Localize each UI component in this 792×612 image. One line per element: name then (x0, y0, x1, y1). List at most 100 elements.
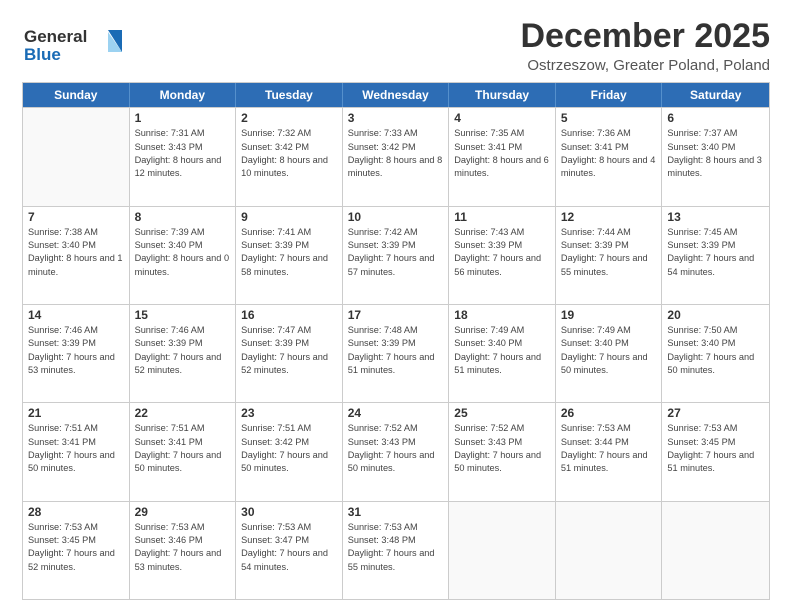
calendar-cell: 14Sunrise: 7:46 AMSunset: 3:39 PMDayligh… (23, 305, 130, 402)
cell-info-line: Daylight: 7 hours and 58 minutes. (241, 252, 337, 279)
cell-info-line: Sunrise: 7:53 AM (667, 422, 764, 435)
cell-info-line: Daylight: 7 hours and 55 minutes. (348, 547, 444, 574)
day-number: 13 (667, 210, 764, 224)
calendar-cell: 24Sunrise: 7:52 AMSunset: 3:43 PMDayligh… (343, 403, 450, 500)
cell-info-line: Sunrise: 7:51 AM (241, 422, 337, 435)
cell-info-line: Sunrise: 7:53 AM (561, 422, 657, 435)
cell-info-line: Sunset: 3:48 PM (348, 534, 444, 547)
calendar-row: 28Sunrise: 7:53 AMSunset: 3:45 PMDayligh… (23, 501, 769, 599)
cell-info-line: Daylight: 8 hours and 12 minutes. (135, 154, 231, 181)
day-number: 28 (28, 505, 124, 519)
cell-info-line: Sunrise: 7:31 AM (135, 127, 231, 140)
day-number: 12 (561, 210, 657, 224)
cell-info-line: Sunrise: 7:42 AM (348, 226, 444, 239)
cell-info-line: Daylight: 7 hours and 50 minutes. (241, 449, 337, 476)
cell-info-line: Sunrise: 7:37 AM (667, 127, 764, 140)
day-number: 5 (561, 111, 657, 125)
cell-info-line: Daylight: 7 hours and 51 minutes. (348, 351, 444, 378)
day-number: 24 (348, 406, 444, 420)
calendar-cell: 26Sunrise: 7:53 AMSunset: 3:44 PMDayligh… (556, 403, 663, 500)
main-title: December 2025 (520, 18, 770, 55)
day-number: 27 (667, 406, 764, 420)
cell-info-line: Daylight: 7 hours and 50 minutes. (28, 449, 124, 476)
cell-info-line: Sunrise: 7:46 AM (135, 324, 231, 337)
cell-info-line: Sunset: 3:41 PM (28, 436, 124, 449)
calendar-cell (449, 502, 556, 599)
cell-info-line: Sunset: 3:45 PM (28, 534, 124, 547)
cell-info-line: Daylight: 7 hours and 52 minutes. (135, 351, 231, 378)
cell-info-line: Daylight: 7 hours and 57 minutes. (348, 252, 444, 279)
cell-info-line: Sunset: 3:39 PM (348, 337, 444, 350)
day-number: 30 (241, 505, 337, 519)
calendar-cell: 19Sunrise: 7:49 AMSunset: 3:40 PMDayligh… (556, 305, 663, 402)
calendar-cell: 29Sunrise: 7:53 AMSunset: 3:46 PMDayligh… (130, 502, 237, 599)
cell-info-line: Daylight: 7 hours and 53 minutes. (28, 351, 124, 378)
calendar-cell: 17Sunrise: 7:48 AMSunset: 3:39 PMDayligh… (343, 305, 450, 402)
calendar-cell: 10Sunrise: 7:42 AMSunset: 3:39 PMDayligh… (343, 207, 450, 304)
day-number: 23 (241, 406, 337, 420)
cell-info-line: Sunrise: 7:47 AM (241, 324, 337, 337)
cell-info-line: Sunset: 3:40 PM (561, 337, 657, 350)
cell-info-line: Daylight: 7 hours and 52 minutes. (28, 547, 124, 574)
cell-info-line: Sunrise: 7:41 AM (241, 226, 337, 239)
weekday-header: Wednesday (343, 83, 450, 107)
cell-info-line: Daylight: 7 hours and 50 minutes. (135, 449, 231, 476)
cell-info-line: Sunset: 3:41 PM (135, 436, 231, 449)
cell-info-line: Daylight: 8 hours and 4 minutes. (561, 154, 657, 181)
day-number: 31 (348, 505, 444, 519)
calendar-cell: 5Sunrise: 7:36 AMSunset: 3:41 PMDaylight… (556, 108, 663, 205)
calendar-row: 1Sunrise: 7:31 AMSunset: 3:43 PMDaylight… (23, 107, 769, 205)
cell-info-line: Sunrise: 7:43 AM (454, 226, 550, 239)
day-number: 14 (28, 308, 124, 322)
calendar-row: 14Sunrise: 7:46 AMSunset: 3:39 PMDayligh… (23, 304, 769, 402)
cell-info-line: Sunrise: 7:45 AM (667, 226, 764, 239)
cell-info-line: Sunrise: 7:53 AM (348, 521, 444, 534)
calendar-cell: 27Sunrise: 7:53 AMSunset: 3:45 PMDayligh… (662, 403, 769, 500)
cell-info-line: Sunrise: 7:53 AM (135, 521, 231, 534)
cell-info-line: Daylight: 7 hours and 52 minutes. (241, 351, 337, 378)
cell-info-line: Sunset: 3:42 PM (241, 141, 337, 154)
calendar-cell: 15Sunrise: 7:46 AMSunset: 3:39 PMDayligh… (130, 305, 237, 402)
cell-info-line: Sunrise: 7:32 AM (241, 127, 337, 140)
day-number: 1 (135, 111, 231, 125)
weekday-header: Saturday (662, 83, 769, 107)
cell-info-line: Sunset: 3:45 PM (667, 436, 764, 449)
logo: General Blue (22, 22, 132, 71)
calendar-cell: 2Sunrise: 7:32 AMSunset: 3:42 PMDaylight… (236, 108, 343, 205)
cell-info-line: Sunrise: 7:44 AM (561, 226, 657, 239)
cell-info-line: Daylight: 8 hours and 8 minutes. (348, 154, 444, 181)
day-number: 25 (454, 406, 550, 420)
cell-info-line: Sunrise: 7:51 AM (28, 422, 124, 435)
cell-info-line: Sunset: 3:39 PM (28, 337, 124, 350)
day-number: 19 (561, 308, 657, 322)
day-number: 2 (241, 111, 337, 125)
cell-info-line: Sunset: 3:41 PM (561, 141, 657, 154)
calendar-cell: 12Sunrise: 7:44 AMSunset: 3:39 PMDayligh… (556, 207, 663, 304)
cell-info-line: Sunset: 3:40 PM (667, 337, 764, 350)
day-number: 21 (28, 406, 124, 420)
day-number: 15 (135, 308, 231, 322)
cell-info-line: Sunset: 3:46 PM (135, 534, 231, 547)
calendar-cell: 30Sunrise: 7:53 AMSunset: 3:47 PMDayligh… (236, 502, 343, 599)
calendar-cell (556, 502, 663, 599)
cell-info-line: Sunrise: 7:39 AM (135, 226, 231, 239)
cell-info-line: Sunrise: 7:53 AM (28, 521, 124, 534)
cell-info-line: Sunset: 3:39 PM (241, 239, 337, 252)
cell-info-line: Sunrise: 7:49 AM (561, 324, 657, 337)
day-number: 11 (454, 210, 550, 224)
calendar: SundayMondayTuesdayWednesdayThursdayFrid… (22, 82, 770, 600)
day-number: 17 (348, 308, 444, 322)
weekday-header: Monday (130, 83, 237, 107)
day-number: 16 (241, 308, 337, 322)
day-number: 8 (135, 210, 231, 224)
day-number: 4 (454, 111, 550, 125)
svg-text:General: General (24, 27, 87, 46)
title-block: December 2025 Ostrzeszow, Greater Poland… (520, 18, 770, 74)
cell-info-line: Sunset: 3:40 PM (667, 141, 764, 154)
day-number: 10 (348, 210, 444, 224)
cell-info-line: Daylight: 7 hours and 54 minutes. (241, 547, 337, 574)
calendar-cell: 1Sunrise: 7:31 AMSunset: 3:43 PMDaylight… (130, 108, 237, 205)
cell-info-line: Daylight: 7 hours and 50 minutes. (667, 351, 764, 378)
cell-info-line: Sunset: 3:40 PM (454, 337, 550, 350)
day-number: 9 (241, 210, 337, 224)
